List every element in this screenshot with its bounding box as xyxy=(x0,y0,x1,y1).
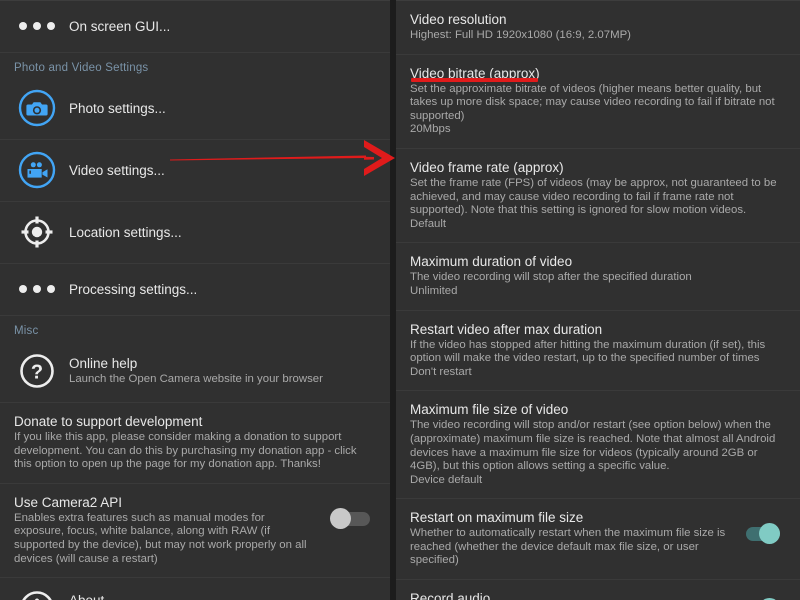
settings-screen: On screen GUI... Photo and Video Setting… xyxy=(0,0,800,600)
donate-summary: If you like this app, please consider ma… xyxy=(14,431,357,471)
setting-title: Maximum duration of video xyxy=(410,254,573,270)
red-underline-video-bitrate xyxy=(411,78,538,82)
setting-title: Video frame rate (approx) xyxy=(410,159,564,175)
setting-record-audio[interactable]: Record audio Record audio when recording… xyxy=(396,580,800,600)
sidebar-item-video-settings[interactable]: Video settings... xyxy=(0,140,390,202)
setting-video-resolution[interactable]: Video resolution Highest: Full HD 1920x1… xyxy=(396,1,800,55)
sidebar-item-label: Processing settings... xyxy=(69,281,198,297)
setting-value: Default xyxy=(410,217,447,230)
setting-summary: The video recording will stop and/or res… xyxy=(410,419,776,473)
sidebar-item-on-screen-gui[interactable]: On screen GUI... xyxy=(0,1,390,53)
location-crosshair-icon xyxy=(12,212,62,252)
three-dots-icon xyxy=(12,285,62,293)
setting-title: Maximum file size of video xyxy=(410,402,569,418)
question-mark-icon: ? xyxy=(12,351,62,391)
about-title: About xyxy=(69,592,376,600)
setting-summary: Set the approximate bitrate of videos (h… xyxy=(410,82,775,122)
setting-value: Don't restart xyxy=(410,365,472,378)
setting-maximum-file-size-of-video[interactable]: Maximum file size of video The video rec… xyxy=(396,391,800,500)
info-icon xyxy=(12,588,62,600)
sidebar-item-summary: Launch the Open Camera website in your b… xyxy=(69,373,323,386)
sidebar-item-online-help[interactable]: ? Online help Launch the Open Camera web… xyxy=(0,341,390,403)
three-dots-icon xyxy=(12,22,62,30)
svg-text:?: ? xyxy=(31,362,43,384)
sidebar-item-label: Video settings... xyxy=(69,162,165,178)
setting-video-frame-rate[interactable]: Video frame rate (approx) Set the frame … xyxy=(396,149,800,244)
setting-value: 20Mbps xyxy=(410,123,451,136)
sidebar-item-location-settings[interactable]: Location settings... xyxy=(0,202,390,264)
setting-summary: The video recording will stop after the … xyxy=(410,271,692,284)
sidebar-item-label: Online help xyxy=(69,356,138,372)
setting-maximum-duration-of-video[interactable]: Maximum duration of video The video reco… xyxy=(396,243,800,311)
sidebar-item-donate[interactable]: Donate to support development If you lik… xyxy=(0,403,390,484)
right-settings-list[interactable]: Video resolution Highest: Full HD 1920x1… xyxy=(396,0,800,600)
toggle-thumb xyxy=(330,507,351,529)
camera2-title: Use Camera2 API xyxy=(14,494,123,510)
video-camera-icon xyxy=(12,150,62,190)
setting-title: Record audio xyxy=(410,591,491,600)
sidebar-item-label: On screen GUI... xyxy=(69,18,171,34)
sidebar-item-processing-settings[interactable]: Processing settings... xyxy=(0,264,390,316)
camera2-summary: Enables extra features such as manual mo… xyxy=(14,511,307,565)
camera2-api-toggle[interactable] xyxy=(326,507,370,530)
sidebar-item-label: Photo settings... xyxy=(69,100,166,116)
camera-icon xyxy=(12,88,62,128)
section-header-photo-video: Photo and Video Settings xyxy=(0,53,390,78)
setting-restart-video-after-max-duration[interactable]: Restart video after max duration If the … xyxy=(396,311,800,392)
setting-value: Unlimited xyxy=(410,284,458,297)
setting-summary: Whether to automatically restart when th… xyxy=(410,527,726,567)
setting-summary: Highest: Full HD 1920x1080 (16:9, 2.07MP… xyxy=(410,29,631,41)
setting-title: Restart video after max duration xyxy=(410,321,603,337)
sidebar-item-label: Location settings... xyxy=(69,224,182,240)
setting-value: Device default xyxy=(410,473,483,486)
sidebar-item-photo-settings[interactable]: Photo settings... xyxy=(0,78,390,140)
donate-title: Donate to support development xyxy=(14,414,203,429)
setting-summary: Set the frame rate (FPS) of videos (may … xyxy=(410,176,777,217)
setting-restart-on-maximum-file-size[interactable]: Restart on maximum file size Whether to … xyxy=(396,499,800,581)
restart-on-max-file-size-toggle[interactable] xyxy=(736,523,780,545)
left-settings-list[interactable]: On screen GUI... Photo and Video Setting… xyxy=(0,0,390,600)
setting-title: Video resolution xyxy=(410,12,507,27)
setting-video-bitrate[interactable]: Video bitrate (approx) Set the approxima… xyxy=(396,55,800,149)
setting-summary: If the video has stopped after hitting t… xyxy=(410,338,766,365)
setting-title: Restart on maximum file size xyxy=(410,510,584,526)
section-header-misc: Misc xyxy=(0,316,390,341)
sidebar-item-camera2-api[interactable]: Use Camera2 API Enables extra features s… xyxy=(0,484,390,579)
toggle-thumb xyxy=(759,523,780,545)
sidebar-item-about[interactable]: About App and debug information xyxy=(0,578,390,600)
